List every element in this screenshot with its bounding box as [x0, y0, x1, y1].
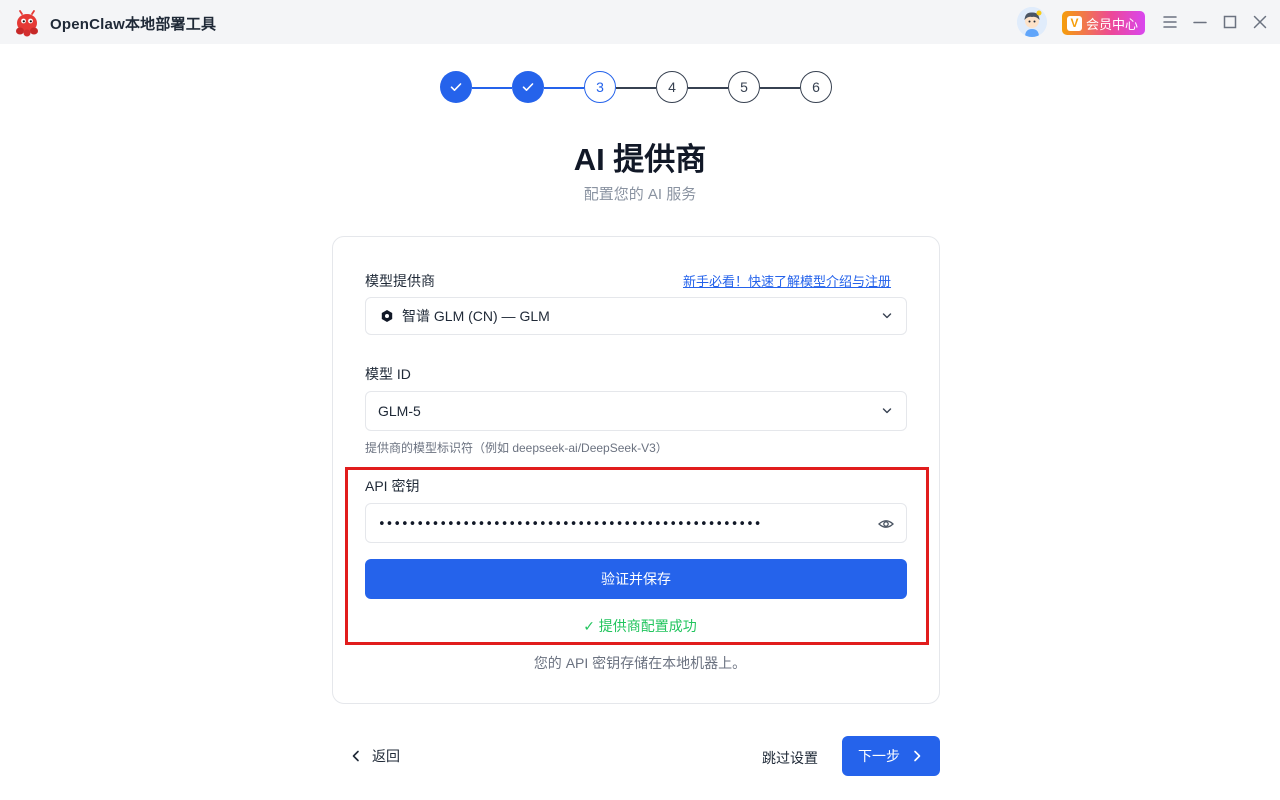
step-6: 6 — [800, 71, 832, 103]
eye-icon[interactable] — [878, 517, 894, 531]
step-connector — [760, 86, 800, 89]
help-link[interactable]: 新手必看！快速了解模型介绍与注册 — [683, 271, 891, 290]
chevron-down-icon — [882, 408, 892, 414]
provider-select[interactable]: 智谱 GLM (CN) — GLM — [365, 297, 907, 335]
step-connector — [472, 86, 512, 89]
storage-note: 您的 API 密钥存储在本地机器上。 — [533, 655, 747, 671]
provider-label: 模型提供商 — [365, 273, 435, 289]
page-title: AI 提供商 — [573, 142, 707, 177]
page-subtitle: 配置您的 AI 服务 — [583, 186, 697, 203]
step-connector — [616, 86, 656, 89]
skip-setup-button[interactable]: 跳过设置 — [762, 748, 818, 768]
model-id-hint: 提供商的模型标识符（例如 deepseek-ai/DeepSeek-V3） — [365, 441, 668, 455]
provider-select-value: 智谱 GLM (CN) — GLM — [402, 308, 550, 324]
next-label: 下一步 — [858, 748, 900, 764]
provider-logo-icon — [381, 310, 393, 322]
verify-save-button[interactable]: 验证并保存 — [365, 559, 907, 599]
chevron-left-icon — [352, 750, 359, 762]
success-message: ✓ 提供商配置成功 — [583, 618, 697, 634]
progress-stepper: 3 4 5 6 — [0, 0, 1280, 120]
check-icon — [450, 83, 462, 91]
model-id-value: GLM-5 — [378, 403, 421, 419]
next-step-button[interactable]: 下一步 — [842, 736, 940, 776]
step-1-done — [440, 71, 472, 103]
api-key-label: API 密钥 — [365, 478, 420, 494]
model-id-label: 模型 ID — [365, 366, 411, 382]
chevron-down-icon — [882, 313, 892, 319]
step-4: 4 — [656, 71, 688, 103]
api-key-input[interactable] — [378, 513, 858, 535]
step-connector — [688, 86, 728, 89]
step-2-done — [512, 71, 544, 103]
model-id-select[interactable]: GLM-5 — [365, 391, 907, 431]
back-label: 返回 — [372, 748, 400, 764]
step-connector — [544, 86, 584, 89]
step-3-current: 3 — [584, 71, 616, 103]
check-icon — [522, 83, 534, 91]
step-5: 5 — [728, 71, 760, 103]
back-button[interactable]: 返回 — [348, 744, 400, 768]
api-key-field — [365, 503, 907, 543]
chevron-right-icon — [914, 750, 921, 762]
